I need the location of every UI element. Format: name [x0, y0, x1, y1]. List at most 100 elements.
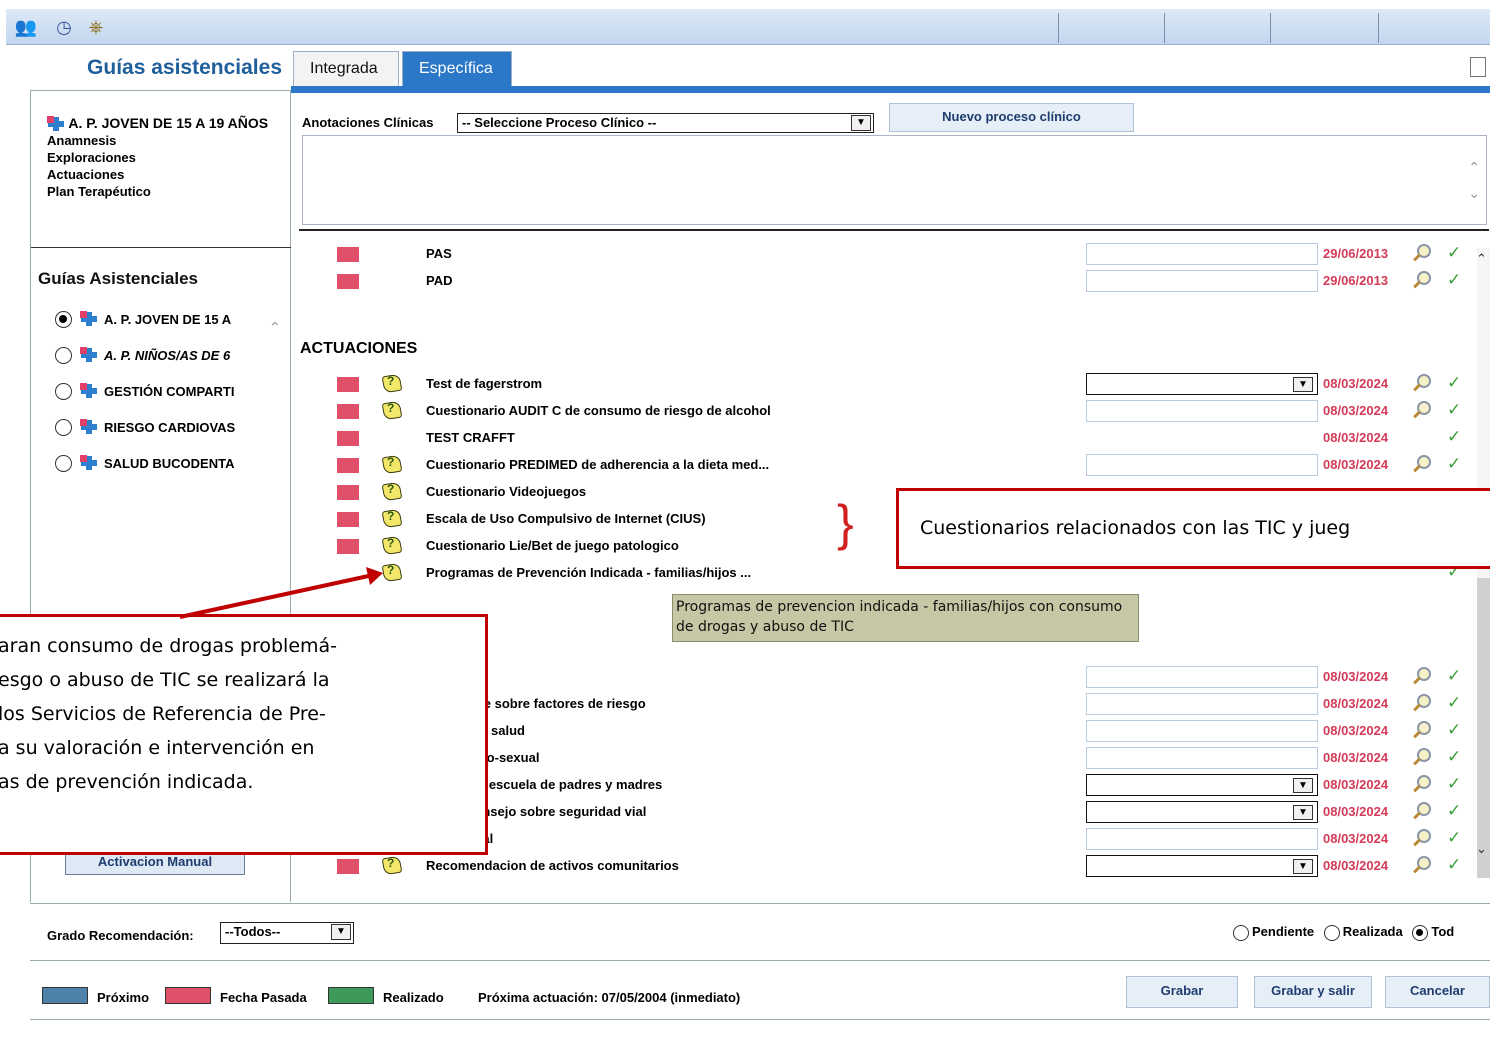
guide-plus-icon	[80, 311, 98, 327]
chevron-down-icon[interactable]: ▼	[331, 924, 351, 940]
check-icon[interactable]: ✓	[1447, 270, 1461, 290]
value-input[interactable]	[1086, 693, 1318, 715]
search-icon[interactable]	[1412, 748, 1431, 766]
radio-button[interactable]	[55, 454, 72, 472]
radio-button[interactable]	[55, 382, 72, 400]
value-select[interactable]: ▼	[1086, 855, 1318, 877]
status-option-todos[interactable]: Tod	[1412, 924, 1454, 941]
scroll-down-icon[interactable]: ⌄	[1476, 841, 1487, 857]
check-icon[interactable]: ✓	[1447, 828, 1461, 848]
search-icon[interactable]	[1412, 401, 1431, 419]
search-icon[interactable]	[1412, 374, 1431, 392]
scroll-up-icon[interactable]: ⌃	[1476, 251, 1487, 267]
sidebar-item-plan-terapeutico[interactable]: Plan Terapéutico	[47, 183, 277, 200]
value-input[interactable]	[1086, 270, 1318, 292]
questionnaire-icon[interactable]	[381, 454, 403, 474]
value-select[interactable]: ▼	[1086, 373, 1318, 395]
search-icon[interactable]	[1412, 802, 1431, 820]
questionnaire-icon[interactable]	[381, 855, 403, 875]
status-option-realizada[interactable]: Realizada	[1323, 924, 1403, 941]
radio-button[interactable]	[1323, 924, 1340, 941]
save-exit-button[interactable]: Grabar y salir	[1254, 976, 1372, 1008]
value-select[interactable]: ▼	[1086, 801, 1318, 823]
radio-button[interactable]	[55, 418, 72, 436]
scrollbar-thumb[interactable]	[1477, 578, 1490, 878]
search-icon[interactable]	[1412, 721, 1431, 739]
check-icon[interactable]: ✓	[1447, 693, 1461, 713]
value-input[interactable]	[1086, 666, 1318, 688]
search-icon[interactable]	[1412, 775, 1431, 793]
check-icon[interactable]: ✓	[1447, 801, 1461, 821]
callout-arrow-line	[179, 573, 374, 619]
value-select[interactable]: ▼	[1086, 774, 1318, 796]
row-date: 08/03/2024	[1323, 457, 1389, 472]
callout-line: los Servicios de Referencia de Pre-	[0, 703, 326, 725]
value-input[interactable]	[1086, 747, 1318, 769]
check-icon[interactable]: ✓	[1447, 373, 1461, 393]
row-label: Cuestionario Lie/Bet de juego patologico	[426, 538, 679, 553]
guide-option[interactable]: RIESGO CARDIOVAS	[55, 415, 235, 439]
document-icon[interactable]	[1470, 57, 1486, 77]
sidebar-scroll-up-icon[interactable]: ⌃	[269, 319, 281, 336]
check-icon[interactable]: ✓	[1447, 666, 1461, 686]
tree-icon[interactable]: ⎈	[84, 15, 108, 39]
sidebar-item-anamnesis[interactable]: Anamnesis	[47, 132, 277, 149]
tab-especifica[interactable]: Específica	[402, 51, 512, 86]
table-row: Recomendacion de activos comunitarios ▼ 08…	[291, 855, 1490, 882]
value-input[interactable]	[1086, 828, 1318, 850]
radio-button[interactable]	[55, 346, 72, 364]
status-option-pendiente[interactable]: Pendiente	[1233, 924, 1314, 941]
annotations-textarea[interactable]: ⌃ ⌄	[302, 135, 1487, 225]
value-input[interactable]	[1086, 720, 1318, 742]
chevron-down-icon[interactable]: ▼	[1293, 778, 1313, 793]
check-icon[interactable]: ✓	[1447, 243, 1461, 263]
guide-option[interactable]: SALUD BUCODENTA	[55, 451, 234, 475]
chevron-down-icon[interactable]: ▼	[851, 115, 871, 131]
save-button[interactable]: Grabar	[1126, 976, 1238, 1008]
check-icon[interactable]: ✓	[1447, 427, 1461, 447]
chevron-down-icon[interactable]: ▼	[1293, 377, 1313, 392]
search-icon[interactable]	[1412, 455, 1431, 473]
radio-button[interactable]	[1412, 924, 1429, 941]
questionnaire-icon[interactable]	[381, 481, 403, 501]
check-icon[interactable]: ✓	[1447, 747, 1461, 767]
check-icon[interactable]: ✓	[1447, 454, 1461, 474]
search-icon[interactable]	[1412, 856, 1431, 874]
questionnaire-icon[interactable]	[381, 400, 403, 420]
search-icon[interactable]	[1412, 244, 1431, 262]
questionnaire-icon[interactable]	[381, 535, 403, 555]
value-input[interactable]	[1086, 400, 1318, 422]
search-icon[interactable]	[1412, 829, 1431, 847]
questionnaire-icon[interactable]	[381, 508, 403, 528]
check-icon[interactable]: ✓	[1447, 774, 1461, 794]
row-date: 08/03/2024	[1323, 696, 1389, 711]
grado-select[interactable]: --Todos-- ▼	[220, 922, 354, 944]
clock-icon[interactable]: ◷	[52, 15, 76, 39]
cancel-button[interactable]: Cancelar	[1385, 976, 1490, 1008]
check-icon[interactable]: ✓	[1447, 720, 1461, 740]
tab-integrada[interactable]: Integrada	[293, 51, 399, 86]
value-input[interactable]	[1086, 243, 1318, 265]
check-icon[interactable]: ✓	[1447, 855, 1461, 875]
guide-label: GESTIÓN COMPARTI	[104, 383, 235, 399]
guide-option[interactable]: A. P. NIÑOS/AS DE 6	[55, 343, 230, 367]
radio-button[interactable]	[1233, 924, 1249, 941]
chevron-down-icon[interactable]: ▼	[1293, 859, 1313, 874]
sidebar-item-exploraciones[interactable]: Exploraciones	[47, 149, 277, 166]
guide-option[interactable]: GESTIÓN COMPARTI	[55, 379, 234, 403]
value-input[interactable]	[1086, 454, 1318, 476]
search-icon[interactable]	[1412, 667, 1431, 685]
tab-underline	[291, 86, 1490, 93]
chevron-down-icon[interactable]: ▼	[1293, 805, 1313, 820]
clinical-process-select[interactable]: -- Seleccione Proceso Clínico -- ▼	[457, 113, 874, 133]
questionnaire-icon[interactable]	[381, 373, 403, 393]
radio-button[interactable]	[55, 310, 72, 328]
guide-option[interactable]: A. P. JOVEN DE 15 A	[55, 307, 231, 331]
sidebar-item-actuaciones[interactable]: Actuaciones	[47, 166, 277, 183]
search-icon[interactable]	[1412, 694, 1431, 712]
users-add-icon[interactable]: 👥	[14, 15, 38, 39]
check-icon[interactable]: ✓	[1447, 400, 1461, 420]
textarea-scroll-icon[interactable]: ⌃ ⌄	[1468, 154, 1480, 206]
new-clinical-process-button[interactable]: Nuevo proceso clínico	[889, 103, 1134, 132]
search-icon[interactable]	[1412, 271, 1431, 289]
